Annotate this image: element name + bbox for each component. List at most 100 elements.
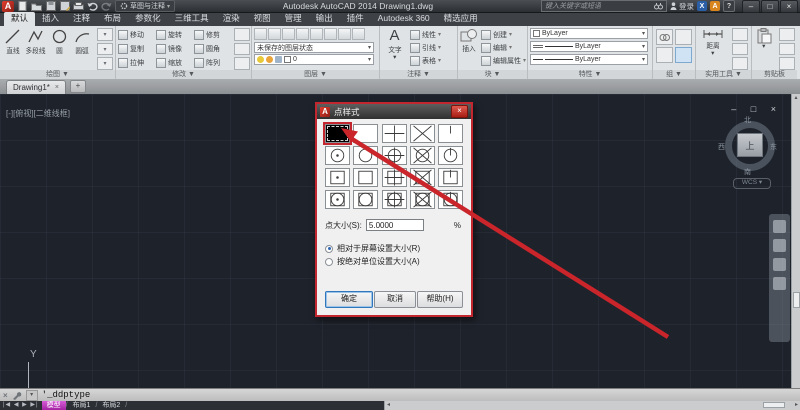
- point-style-circle[interactable]: [353, 146, 379, 165]
- sign-in-button[interactable]: 登录: [670, 1, 694, 12]
- layer-tool-icon[interactable]: [352, 28, 365, 40]
- scroll-right-icon[interactable]: ▸: [795, 401, 798, 409]
- radio-size-mode-1[interactable]: 按绝对单位设置大小(A): [325, 256, 463, 267]
- annotate-tool-线性[interactable]: 线性 ▾: [410, 28, 441, 41]
- panel-properties-label[interactable]: 特性 ▼: [528, 70, 652, 79]
- block-tool-编辑[interactable]: 编辑 ▾: [481, 41, 526, 54]
- horizontal-scrollbar[interactable]: ◂ ▸: [384, 401, 800, 410]
- viewcube-top-face[interactable]: 上: [737, 133, 763, 157]
- wrench-icon[interactable]: [12, 391, 22, 400]
- app-store-icon[interactable]: A: [710, 1, 720, 11]
- panel-layers-label[interactable]: 图层 ▼: [252, 70, 379, 79]
- pan-icon[interactable]: [773, 239, 786, 252]
- draw-tool-多段线[interactable]: 多段线: [25, 28, 46, 70]
- ungroup-icon[interactable]: [656, 47, 673, 63]
- point-style-square-cross[interactable]: [409, 168, 435, 187]
- compass-north[interactable]: 北: [744, 115, 751, 125]
- block-tool-创建[interactable]: 创建 ▾: [481, 28, 526, 41]
- point-style-square-circle-plus[interactable]: [381, 190, 407, 209]
- point-style-cross[interactable]: [409, 124, 435, 143]
- ribbon-tab-参数化[interactable]: 参数化: [128, 12, 168, 26]
- modify-tool-复制[interactable]: 复制: [118, 42, 156, 55]
- file-tab-drawing1[interactable]: Drawing1* ×: [6, 80, 66, 94]
- point-style-plus[interactable]: [381, 124, 407, 143]
- point-style-square-circle[interactable]: [353, 190, 379, 209]
- object-color-dropdown[interactable]: ByLayer ▾: [530, 28, 648, 39]
- layout-tab-布局1[interactable]: 布局1: [68, 401, 96, 410]
- point-style-circle-dot[interactable]: [325, 146, 350, 165]
- layout-tab-模型[interactable]: 模型: [41, 401, 66, 410]
- new-tab-button[interactable]: +: [70, 80, 86, 93]
- draw-flyout-icon[interactable]: ▾: [97, 57, 113, 71]
- modify-tool-镜像[interactable]: 镜像: [156, 42, 194, 55]
- compass-south[interactable]: 南: [744, 167, 751, 177]
- ribbon-tab-输出[interactable]: 输出: [309, 12, 340, 26]
- layer-tool-icon[interactable]: [268, 28, 281, 40]
- draw-flyout-icon[interactable]: ▾: [97, 42, 113, 56]
- annotate-tool-表格[interactable]: 表格 ▾: [410, 54, 441, 67]
- navigation-bar[interactable]: [769, 214, 790, 342]
- help-icon[interactable]: ?: [723, 0, 735, 12]
- lineweight-dropdown[interactable]: ByLayer ▾: [530, 41, 648, 52]
- ribbon-tab-插件[interactable]: 插件: [340, 12, 371, 26]
- radio-icon[interactable]: [325, 257, 333, 266]
- viewport-controls[interactable]: [-][俯视][二维线框]: [6, 108, 70, 119]
- ribbon-tab-Autodesk 360[interactable]: Autodesk 360: [371, 12, 437, 26]
- panel-group-label[interactable]: 组 ▼: [653, 70, 695, 79]
- group-create-icon[interactable]: [656, 29, 673, 45]
- text-tool[interactable]: A 文字 ▾: [382, 28, 407, 70]
- layer-tool-icon[interactable]: [338, 28, 351, 40]
- ribbon-tab-注释[interactable]: 注释: [66, 12, 97, 26]
- ribbon-tab-管理[interactable]: 管理: [278, 12, 309, 26]
- draw-flyout-icon[interactable]: ▾: [97, 28, 113, 41]
- group-selection-toggle-icon[interactable]: [675, 47, 692, 63]
- wcs-dropdown[interactable]: WCS ▾: [733, 178, 771, 189]
- layer-tool-icon[interactable]: [324, 28, 337, 40]
- panel-modify-label[interactable]: 修改 ▼: [116, 70, 251, 79]
- zoom-icon[interactable]: [773, 258, 786, 271]
- maximize-button[interactable]: □: [761, 0, 779, 13]
- point-style-square-circle-cross[interactable]: [409, 190, 435, 209]
- modify-tool-修剪[interactable]: 修剪: [194, 28, 232, 41]
- copy-clip-icon[interactable]: [779, 42, 795, 56]
- ok-button[interactable]: 确定: [325, 291, 373, 308]
- point-style-blank[interactable]: [353, 124, 379, 143]
- point-style-square-plus[interactable]: [381, 168, 407, 187]
- panel-draw-label[interactable]: 绘图 ▼: [0, 70, 115, 79]
- modify-extra-icon[interactable]: [234, 57, 250, 71]
- layer-tool-icon[interactable]: [282, 28, 295, 40]
- tab-close-icon[interactable]: ×: [55, 84, 59, 91]
- quick-select-icon[interactable]: [732, 28, 748, 41]
- dialog-title-bar[interactable]: A 点样式 ×: [317, 104, 471, 119]
- dialog-close-button[interactable]: ×: [451, 105, 468, 118]
- modify-tool-阵列[interactable]: 阵列: [194, 56, 232, 69]
- layer-tool-icon[interactable]: [310, 28, 323, 40]
- match-properties-icon[interactable]: [779, 57, 795, 71]
- cancel-button[interactable]: 取消: [374, 291, 416, 308]
- point-size-input[interactable]: 5.0000: [365, 219, 424, 231]
- minimize-button[interactable]: –: [742, 0, 760, 13]
- point-style-dot-selected[interactable]: [325, 124, 350, 143]
- insert-block-tool[interactable]: 插入: [460, 28, 478, 70]
- layout-nav-arrows[interactable]: |◀ ◀ ▶ ▶|: [0, 401, 42, 410]
- point-style-square-circle-dot[interactable]: [325, 190, 350, 209]
- compass-west[interactable]: 西: [718, 142, 725, 152]
- ribbon-tab-渲染[interactable]: 渲染: [216, 12, 247, 26]
- orbit-icon[interactable]: [773, 277, 786, 290]
- modify-extra-icon[interactable]: [234, 42, 250, 56]
- close-button[interactable]: ×: [780, 0, 798, 13]
- binoculars-icon[interactable]: [654, 2, 663, 10]
- command-line[interactable]: × ▾ '_ddptype: [0, 388, 800, 401]
- modify-tool-旋转[interactable]: 旋转: [156, 28, 194, 41]
- radio-size-mode-0[interactable]: 相对于屏幕设置大小(R): [325, 243, 463, 254]
- cut-icon[interactable]: [779, 28, 795, 41]
- ribbon-tab-布局[interactable]: 布局: [97, 12, 128, 26]
- exchange-apps-icon[interactable]: X: [697, 1, 707, 11]
- redo-icon[interactable]: [101, 1, 112, 12]
- recent-commands-icon[interactable]: ▾: [25, 389, 38, 401]
- point-style-square[interactable]: [353, 168, 379, 187]
- app-menu-button[interactable]: A: [2, 0, 14, 12]
- block-tool-编辑属性[interactable]: 编辑属性 ▾: [481, 54, 526, 67]
- compass-east[interactable]: 东: [770, 142, 777, 152]
- vertical-scrollbar[interactable]: ▴: [791, 94, 800, 388]
